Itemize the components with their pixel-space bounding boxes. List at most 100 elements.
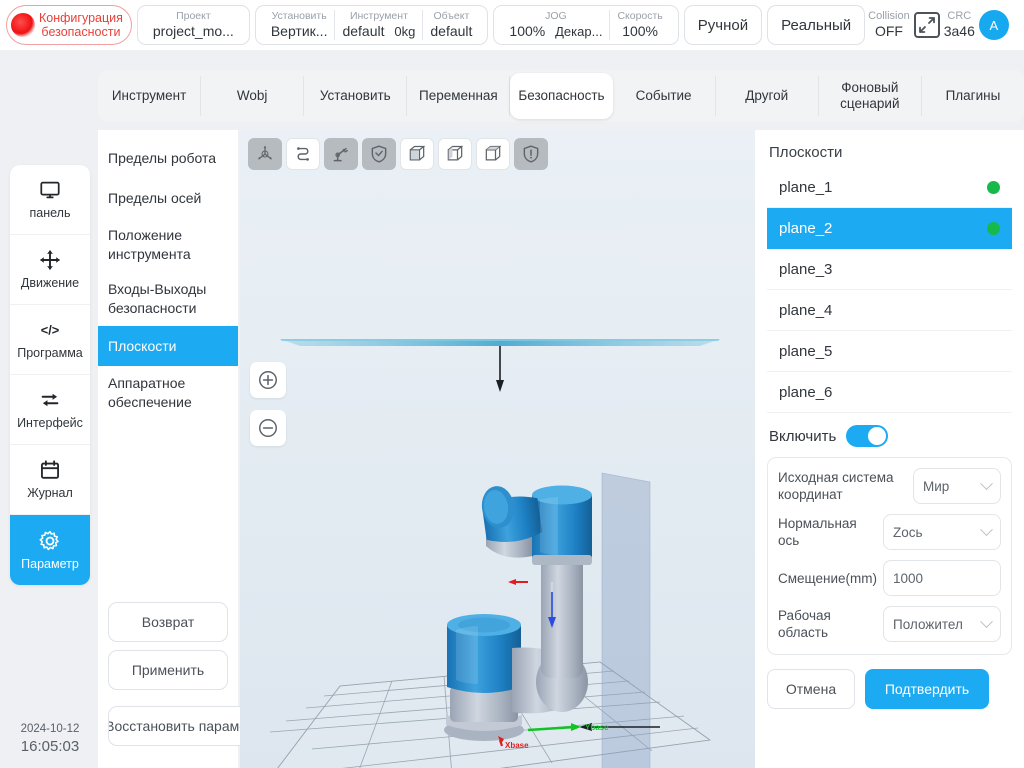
expand-arrows-icon[interactable] xyxy=(913,12,940,38)
cube-top-icon[interactable] xyxy=(476,138,510,170)
rail-item-motion[interactable]: Движение xyxy=(10,235,90,305)
plane-row-1[interactable]: plane_1 xyxy=(767,167,1012,208)
safety-subnav-list: Пределы робота Пределы осей Положение ин… xyxy=(98,130,238,602)
safety-configuration-label: Конфигурация безопасности xyxy=(39,11,123,39)
sidebar-item-tool-position[interactable]: Положение инструмента xyxy=(98,218,238,272)
install-value: Вертик... xyxy=(270,23,328,39)
confirm-label: Подтвердить xyxy=(884,681,970,697)
rail-item-panel[interactable]: панель xyxy=(10,165,90,235)
tab-safety[interactable]: Безопасность xyxy=(510,73,613,119)
chevron-down-icon xyxy=(980,476,993,490)
mode-manual-label: Ручной xyxy=(697,16,749,34)
plane-row-6[interactable]: plane_6 xyxy=(767,372,1012,413)
form-row-normal-axis: Нормальная ось Zось xyxy=(778,514,1001,550)
rail-item-program[interactable]: </> Программа xyxy=(10,305,90,375)
tab-instrument[interactable]: Инструмент xyxy=(98,76,202,116)
main-tab-bar: Инструмент Wobj Установить Переменная Бе… xyxy=(98,70,1024,122)
tool-value: default xyxy=(342,23,385,39)
zoom-out-icon[interactable] xyxy=(250,410,286,446)
crc-value: 3a46 xyxy=(943,23,975,39)
cancel-button[interactable]: Отмена xyxy=(767,669,855,709)
plane-name: plane_2 xyxy=(779,219,833,237)
sidebar-item-hardware[interactable]: Аппаратное обеспечение xyxy=(98,366,238,420)
plane-row-4[interactable]: plane_4 xyxy=(767,290,1012,331)
project-pill[interactable]: Проект project_mo... xyxy=(136,5,250,45)
plane-form: Исходная система координат Мир Нормальна… xyxy=(767,457,1012,655)
return-button[interactable]: Возврат xyxy=(108,602,228,642)
cube-left-icon[interactable] xyxy=(438,138,472,170)
tab-background-script[interactable]: Фоновый сценарий xyxy=(819,76,922,116)
speed-value: 100% xyxy=(622,23,659,39)
rail-label: Программа xyxy=(17,346,83,360)
tab-other[interactable]: Другой xyxy=(716,76,819,116)
tool-cell: Инструмент default 0kg xyxy=(334,10,422,40)
offset-input[interactable]: 1000 xyxy=(883,560,1001,596)
avatar[interactable]: A xyxy=(978,10,1009,40)
axes-tripod-icon[interactable] xyxy=(248,138,282,170)
plane-approach-arrow xyxy=(496,346,504,392)
jog-value-group: 100% Декар... xyxy=(509,23,602,40)
robot-scene-svg: Ybase Xbase xyxy=(269,339,720,768)
enable-toggle[interactable] xyxy=(846,425,889,447)
plane-row-2[interactable]: plane_2 xyxy=(767,208,1012,249)
collision-status[interactable]: Collision OFF xyxy=(868,10,910,40)
axis-label-y: Ybase xyxy=(585,723,609,732)
robot-arm-model xyxy=(444,485,592,741)
robot-3d-viewport[interactable]: Ybase Xbase xyxy=(240,130,755,768)
chevron-down-icon xyxy=(980,522,993,536)
clock-time: 16:05:03 xyxy=(20,738,80,755)
mode-manual-button[interactable]: Ручной xyxy=(683,5,763,45)
safety-configuration-badge[interactable]: Конфигурация безопасности xyxy=(6,5,132,45)
shield-alert-icon[interactable] xyxy=(514,138,548,170)
avatar-initial: A xyxy=(989,17,999,33)
panel-title: Плоскости xyxy=(769,144,843,161)
collision-value: OFF xyxy=(874,23,903,39)
source-frame-select[interactable]: Мир xyxy=(913,468,1001,504)
enable-plane-row: Включить xyxy=(769,425,1010,447)
crc-label: CRC xyxy=(947,10,972,22)
jog-speed-pill[interactable]: JOG 100% Декар... Скорость 100% xyxy=(493,5,679,45)
rail-item-interface[interactable]: Интерфейс xyxy=(10,375,90,445)
confirm-button[interactable]: Подтвердить xyxy=(865,669,989,709)
sidebar-item-robot-limits[interactable]: Пределы робота xyxy=(98,138,238,178)
monitor-icon xyxy=(39,179,61,201)
plane-row-5[interactable]: plane_5 xyxy=(767,331,1012,372)
rail-item-log[interactable]: Журнал xyxy=(10,445,90,515)
sidebar-item-axis-limits[interactable]: Пределы осей xyxy=(98,178,238,218)
install-tool-object-pill[interactable]: Установить Вертик... Инструмент default … xyxy=(254,5,489,45)
move-arrows-icon xyxy=(39,249,61,271)
viewport-toolbar xyxy=(248,138,548,170)
tab-wobj[interactable]: Wobj xyxy=(201,76,305,116)
tool-value-group: default 0kg xyxy=(342,23,415,40)
install-label: Установить xyxy=(271,10,327,22)
robot-arm-icon[interactable] xyxy=(324,138,358,170)
tab-install[interactable]: Установить xyxy=(304,76,408,116)
sidebar-item-label: Пределы робота xyxy=(108,149,217,166)
tab-label: Переменная xyxy=(419,88,498,103)
speed-label: Скорость xyxy=(617,10,663,22)
plane-status-dot xyxy=(987,221,1000,235)
tab-variable[interactable]: Переменная xyxy=(407,76,511,116)
exchange-icon xyxy=(39,389,61,411)
plane-name: plane_3 xyxy=(779,260,833,278)
sidebar-item-planes[interactable]: Плоскости xyxy=(98,326,238,366)
shield-check-icon[interactable] xyxy=(362,138,396,170)
mode-real-button[interactable]: Реальный xyxy=(767,5,866,45)
tab-event[interactable]: Событие xyxy=(613,76,716,116)
plane-status-dot xyxy=(987,180,1000,194)
path-trajectory-icon[interactable] xyxy=(286,138,320,170)
rail-item-parameter[interactable]: Параметр xyxy=(10,515,90,585)
source-frame-value: Мир xyxy=(923,478,950,494)
plane-row-3[interactable]: plane_3 xyxy=(767,249,1012,290)
jog-mode: Декар... xyxy=(555,24,603,39)
rail-label: панель xyxy=(29,206,71,220)
project-value: project_mo... xyxy=(152,23,234,39)
zoom-in-icon[interactable] xyxy=(250,362,286,398)
normal-axis-select[interactable]: Zось xyxy=(883,514,1001,550)
sidebar-item-label: Пределы осей xyxy=(108,189,202,206)
tab-plugins[interactable]: Плагины xyxy=(922,76,1024,116)
apply-button[interactable]: Применить xyxy=(108,650,228,690)
cube-front-icon[interactable] xyxy=(400,138,434,170)
sidebar-item-safety-io[interactable]: Входы-Выходы безопасности xyxy=(98,272,238,326)
work-area-select[interactable]: Положител xyxy=(883,606,1001,642)
